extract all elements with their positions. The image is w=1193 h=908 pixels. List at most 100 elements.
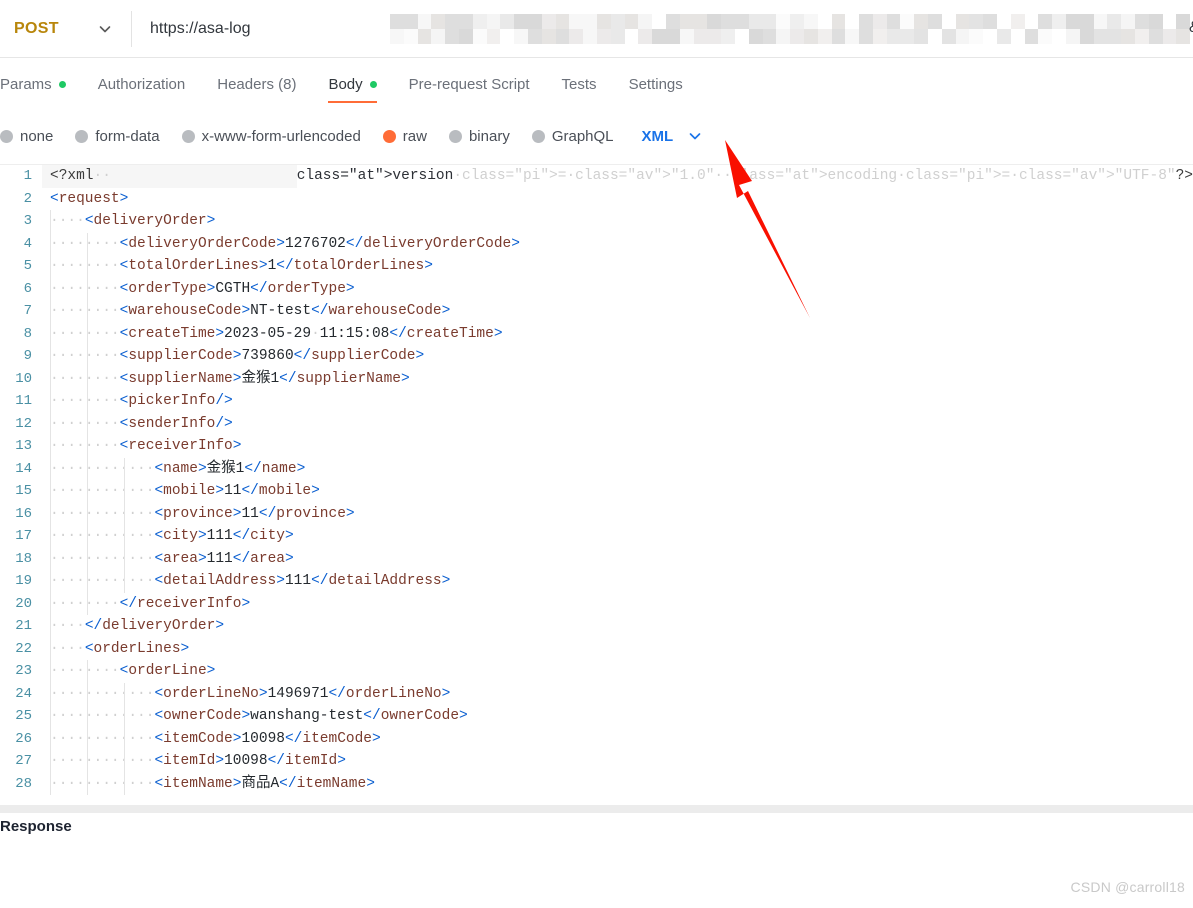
radio-button-icon[interactable] [181, 129, 195, 143]
code-line[interactable]: 19 ············<detailAddress>111</detail… [0, 570, 1193, 593]
tab-authorization[interactable]: Authorization [98, 58, 186, 111]
code-line-content[interactable]: ············<province>11</province> [42, 502, 1193, 525]
line-number: 5 [23, 258, 32, 274]
line-number: 20 [15, 595, 32, 612]
code-line-content[interactable]: ············<itemCode>10098</itemCode> [42, 727, 1193, 750]
code-line[interactable]: 23 ········<orderLine> [0, 660, 1193, 683]
code-line-content[interactable]: ············<ownerCode>wanshang-test</ow… [42, 705, 1193, 728]
code-line[interactable]: 26 ············<itemCode>10098</itemCode> [0, 727, 1193, 750]
tab-settings[interactable]: Settings [629, 58, 683, 111]
body-format-select[interactable]: XML [642, 128, 704, 145]
radio-button-icon[interactable] [382, 129, 396, 143]
line-number: 13 [15, 438, 32, 454]
code-line-content[interactable]: ····</deliveryOrder> [42, 615, 1193, 638]
code-line[interactable]: 11 ········<pickerInfo/> [0, 390, 1193, 413]
body-type-raw[interactable]: raw [382, 127, 427, 145]
body-type-binary[interactable]: binary [448, 128, 510, 145]
code-line-content[interactable]: ············<area>111</area> [42, 547, 1193, 570]
body-type-label: GraphQL [551, 127, 614, 145]
code-line[interactable]: 5 ········<totalOrderLines>1</totalOrderL… [0, 255, 1193, 278]
url-param-text: &time [1189, 19, 1193, 37]
code-line[interactable]: 20 ········</receiverInfo> [0, 592, 1193, 615]
line-number: 9 [23, 348, 32, 364]
radio-button-icon[interactable] [448, 129, 462, 143]
code-line[interactable]: 16 ············<province>11</province> [0, 502, 1193, 525]
code-line[interactable]: 9 ········<supplierCode>739860</supplierC… [0, 345, 1193, 368]
body-type-none[interactable]: none [0, 128, 53, 145]
code-line-content[interactable]: ········<senderInfo/> [42, 412, 1193, 435]
body-type-label: raw [402, 127, 427, 145]
url-prefix-text: https://asa-log [150, 19, 251, 37]
tab-pre-request-script[interactable]: Pre-request Script [409, 58, 530, 111]
body-type-label: form-data [95, 127, 160, 145]
code-line[interactable]: 7 ········<warehouseCode>NT-test</warehou… [0, 300, 1193, 323]
code-line-content[interactable]: ············<itemName>商品A</itemName> [42, 772, 1193, 795]
code-line[interactable]: 12 ········<senderInfo/> [0, 412, 1193, 435]
unsaved-dot-icon [369, 81, 377, 88]
url-input[interactable]: https://asa-log &time 023 [132, 0, 1193, 57]
tab-body[interactable]: Body [328, 58, 377, 111]
chevron-down-icon[interactable] [97, 21, 113, 37]
body-type-x-www-form-urlencoded[interactable]: x-www-form-urlencoded [181, 128, 361, 145]
code-line-content[interactable]: ········<createTime>2023-05-29·11:15:08<… [42, 322, 1193, 345]
radio-button-icon[interactable] [75, 129, 89, 143]
tab-tests[interactable]: Tests [562, 58, 597, 111]
code-line-content[interactable]: ············<detailAddress>111</detailAd… [42, 570, 1193, 593]
code-line-content[interactable]: ············<orderLineNo>1496971</orderL… [42, 682, 1193, 705]
code-line-content[interactable]: ········<receiverInfo> [42, 435, 1193, 458]
chevron-down-icon[interactable] [687, 128, 703, 144]
line-number: 8 [23, 325, 32, 342]
code-line-content[interactable]: ········<supplierCode>739860</supplierCo… [42, 345, 1193, 368]
http-method-selector[interactable]: POST [0, 0, 131, 57]
request-url-bar: POST https://asa-log &time 023 [0, 0, 1193, 58]
code-line[interactable]: 28 ············<itemName>商品A</itemName> [0, 772, 1193, 795]
code-line[interactable]: 17 ············<city>111</city> [0, 525, 1193, 548]
code-line[interactable]: 14 ············<name>金猴1</name> [0, 457, 1193, 480]
code-line-content[interactable]: ····<deliveryOrder> [42, 210, 1193, 233]
radio-button-icon[interactable] [531, 129, 545, 143]
editor-horizontal-scrollbar[interactable] [0, 805, 1193, 813]
code-line[interactable]: 1 <?xml·· class="at">version ·class="pi">=·… [0, 165, 1193, 188]
radio-button-icon[interactable] [0, 129, 13, 143]
redaction-mosaic [390, 14, 1190, 44]
code-line-content[interactable]: ········<supplierName>金猴1</supplierName> [42, 367, 1193, 390]
code-line-content[interactable]: ········</receiverInfo> [42, 592, 1193, 615]
code-line[interactable]: 8 ········<createTime>2023-05-29·11:15:08… [0, 322, 1193, 345]
code-line-content[interactable]: ············<mobile>11</mobile> [42, 480, 1193, 503]
tab-headers-8[interactable]: Headers (8) [217, 58, 296, 111]
code-line[interactable]: 15 ············<mobile>11</mobile> [0, 480, 1193, 503]
code-line-content[interactable]: ········<deliveryOrderCode>1276702</deli… [42, 232, 1193, 255]
code-line[interactable]: 3 ····<deliveryOrder> [0, 210, 1193, 233]
code-line-content[interactable]: ············<name>金猴1</name> [42, 457, 1193, 480]
code-line[interactable]: 27 ············<itemId>10098</itemId> [0, 750, 1193, 773]
code-line[interactable]: 21 ····</deliveryOrder> [0, 615, 1193, 638]
code-line-content[interactable]: ········<totalOrderLines>1</totalOrderLi… [42, 255, 1193, 278]
line-number: 18 [15, 550, 32, 567]
request-body-editor[interactable]: 1 <?xml·· class="at">version ·class="pi">=·… [0, 164, 1193, 805]
code-line-content[interactable]: ····<orderLines> [42, 637, 1193, 660]
code-line[interactable]: 2 <request> [0, 188, 1193, 211]
tab-params[interactable]: Params [0, 58, 66, 111]
code-line-content[interactable]: ········<orderType>CGTH</orderType> [42, 277, 1193, 300]
body-type-graphql[interactable]: GraphQL [531, 127, 614, 145]
code-line-content[interactable]: <request> [42, 188, 1193, 211]
code-line-content[interactable]: ············<itemId>10098</itemId> [42, 750, 1193, 773]
code-line[interactable]: 24 ············<orderLineNo>1496971</orde… [0, 682, 1193, 705]
code-line[interactable]: 25 ············<ownerCode>wanshang-test</… [0, 705, 1193, 728]
code-line[interactable]: 22 ····<orderLines> [0, 637, 1193, 660]
code-line-content[interactable]: ········<warehouseCode>NT-test</warehous… [42, 300, 1193, 323]
line-number: 23 [15, 663, 32, 679]
code-line[interactable]: 6 ········<orderType>CGTH</orderType> [0, 277, 1193, 300]
code-line[interactable]: 10 ········<supplierName>金猴1</supplierNam… [0, 367, 1193, 390]
response-title: Response [0, 818, 72, 835]
code-line-content[interactable]: ········<pickerInfo/> [42, 390, 1193, 413]
line-number: 7 [23, 303, 32, 319]
code-line[interactable]: 13 ········<receiverInfo> [0, 435, 1193, 458]
body-type-form-data[interactable]: form-data [75, 127, 160, 145]
code-line[interactable]: 4 ········<deliveryOrderCode>1276702</del… [0, 232, 1193, 255]
line-number: 10 [15, 370, 32, 387]
code-line-content[interactable]: ········<orderLine> [42, 660, 1193, 683]
code-line-content[interactable]: <?xml·· [42, 165, 297, 188]
code-line-content[interactable]: ············<city>111</city> [42, 525, 1193, 548]
code-line[interactable]: 18 ············<area>111</area> [0, 547, 1193, 570]
